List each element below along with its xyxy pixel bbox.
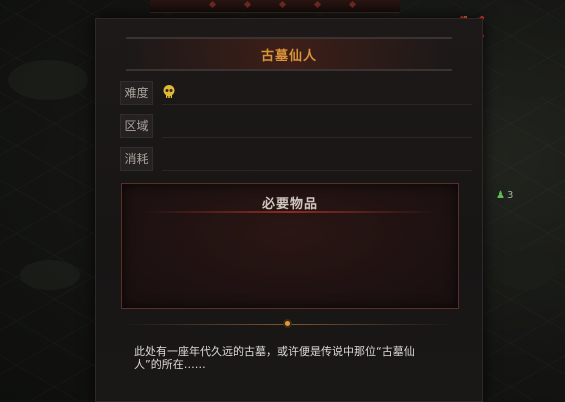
location-description: 此处有一座年代久远的古墓，或许便是传说中那位“古墓仙人”的所在……: [134, 345, 415, 371]
required-items-title: 必要物品: [261, 197, 318, 212]
required-items-divider: [142, 211, 438, 213]
location-dialog: 古墓仙人 难度 区域 消耗 必要物品 此处有一座年代久远的古墓，或许便是传说中那…: [95, 18, 483, 402]
cost-label: 消耗: [120, 147, 153, 171]
top-hud-strip: [150, 0, 400, 13]
map-tile-decoration: [20, 260, 80, 290]
divider-gem-icon: [283, 319, 292, 328]
unit-figure-icon: ♟: [496, 190, 505, 201]
difficulty-label: 难度: [120, 81, 153, 105]
dialog-title: 古墓仙人: [260, 48, 317, 64]
dialog-title-bar: 古墓仙人: [126, 37, 452, 71]
cost-underline: [162, 170, 472, 171]
difficulty-underline: [162, 104, 472, 105]
unit-count: 3: [506, 190, 514, 201]
gold-skull-icon: [163, 85, 175, 98]
map-unit-badge[interactable]: ♟ 3: [496, 190, 513, 201]
area-underline: [162, 137, 472, 138]
required-items-box: 必要物品: [121, 183, 459, 309]
map-tile-decoration: [495, 250, 555, 290]
map-tile-decoration: [500, 70, 550, 100]
area-label: 区域: [120, 114, 153, 138]
map-tile-decoration: [8, 60, 88, 100]
